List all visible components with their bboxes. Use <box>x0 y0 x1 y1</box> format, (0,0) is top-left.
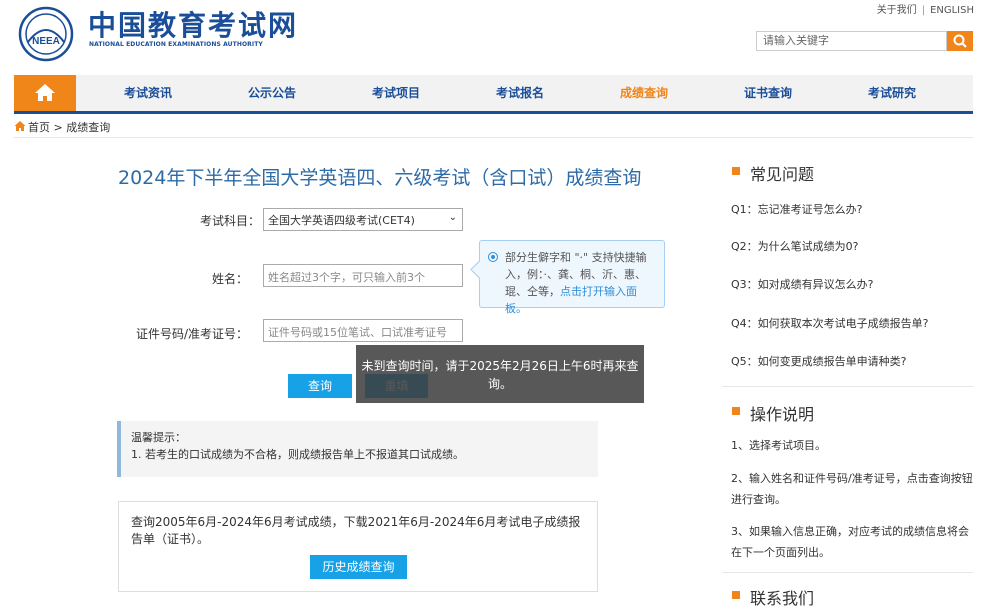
breadcrumb-current: 成绩查询 <box>66 121 111 134</box>
notice-title: 温馨提示： <box>131 431 186 444</box>
faq-item[interactable]: Q2：为什么笔试成绩为0? <box>731 238 859 254</box>
step-item: 2、输入姓名和证件号码/准考证号，点击查询按钮进行查询。 <box>731 472 973 506</box>
contact-bullet-icon <box>732 591 740 599</box>
breadcrumb: 首页 > 成绩查询 <box>28 119 110 135</box>
history-text: 查询2005年6月-2024年6月考试成绩，下载2021年6月-2024年6月考… <box>131 515 581 546</box>
query-time-toast: 未到查询时间，请于2025年2月26日上午6时再来查询。 <box>356 345 644 403</box>
tip-arrow <box>470 260 489 279</box>
search-button[interactable] <box>947 31 973 51</box>
top-links: 关于我们 | ENGLISH <box>877 1 974 16</box>
search-input[interactable]: 请输入关键字 <box>756 31 947 51</box>
info-radio-icon <box>488 252 498 262</box>
breadcrumb-separator: > <box>53 121 63 134</box>
main-nav: 考试资讯 公示公告 考试项目 考试报名 成绩查询 证书查询 考试研究 <box>14 75 973 114</box>
id-label: 证件号码/准考证号： <box>135 327 248 341</box>
nav-item-score-query[interactable]: 成绩查询 <box>620 75 668 111</box>
subject-select[interactable]: 全国大学英语四级考试(CET4) ⌄ <box>263 208 463 231</box>
sidebar-divider <box>722 572 973 573</box>
nav-item-news[interactable]: 考试资讯 <box>124 75 172 111</box>
contact-title: 联系我们 <box>750 589 815 608</box>
logo-text: NEEA <box>32 36 60 47</box>
nav-home[interactable] <box>14 75 76 111</box>
breadcrumb-home-icon <box>14 121 26 131</box>
input-tip-bubble: 部分生僻字和 "·" 支持快捷输入，例：·、龚、桐、沂、惠、琨、仝等，点击打开输… <box>470 240 665 315</box>
top-links-separator: | <box>921 5 926 16</box>
notice-box: 温馨提示： 1. 若考生的口试成绩为不合格，则成绩报告单上不报道其口试成绩。 <box>117 421 598 477</box>
nav-item-registration[interactable]: 考试报名 <box>496 75 544 111</box>
nav-item-announcements[interactable]: 公示公告 <box>248 75 296 111</box>
faq-item[interactable]: Q5：如何变更成绩报告单申请种类? <box>731 353 907 369</box>
search-icon <box>953 34 967 48</box>
id-input[interactable]: 证件号码或15位笔试、口试准考证号 <box>263 319 463 342</box>
faq-item[interactable]: Q1：忘记准考证号怎么办? <box>731 201 863 217</box>
nav-item-exams[interactable]: 考试项目 <box>372 75 420 111</box>
steps-title: 操作说明 <box>750 405 815 424</box>
query-button[interactable]: 查询 <box>288 374 352 398</box>
subject-label: 考试科目： <box>199 214 260 228</box>
brand-name-cn[interactable]: 中国教育考试网 <box>88 10 298 42</box>
faq-item[interactable]: Q4：如何获取本次考试电子成绩报告单? <box>731 315 929 331</box>
history-query-button[interactable]: 历史成绩查询 <box>310 555 407 579</box>
notice-line: 1. 若考生的口试成绩为不合格，则成绩报告单上不报道其口试成绩。 <box>131 448 464 461</box>
sidebar-divider <box>722 386 973 387</box>
home-icon <box>35 84 55 101</box>
name-input[interactable]: 姓名超过3个字，可只输入前3个 <box>263 264 463 287</box>
breadcrumb-divider <box>14 137 973 138</box>
neea-logo[interactable]: NEEA <box>18 6 74 62</box>
step-item: 1、选择考试项目。 <box>731 439 826 452</box>
about-us-link[interactable]: 关于我们 <box>877 5 917 16</box>
english-link[interactable]: ENGLISH <box>930 5 974 16</box>
nav-item-certificate-query[interactable]: 证书查询 <box>744 75 792 111</box>
faq-title: 常见问题 <box>750 165 815 184</box>
faq-bullet-icon <box>732 167 740 175</box>
brand-name-en: NATIONAL EDUCATION EXAMINATIONS AUTHORIT… <box>89 41 263 48</box>
page-title: 2024年下半年全国大学英语四、六级考试（含口试）成绩查询 <box>118 167 642 189</box>
step-item: 3、如果输入信息正确，对应考试的成绩信息将会在下一个页面列出。 <box>731 525 969 559</box>
breadcrumb-home[interactable]: 首页 <box>28 121 50 134</box>
steps-bullet-icon <box>732 407 740 415</box>
nav-item-research[interactable]: 考试研究 <box>868 75 916 111</box>
chevron-down-icon: ⌄ <box>448 212 457 223</box>
subject-select-value: 全国大学英语四级考试(CET4) <box>268 214 415 227</box>
name-label: 姓名： <box>211 272 248 286</box>
faq-item[interactable]: Q3：如对成绩有异议怎么办? <box>731 276 874 292</box>
